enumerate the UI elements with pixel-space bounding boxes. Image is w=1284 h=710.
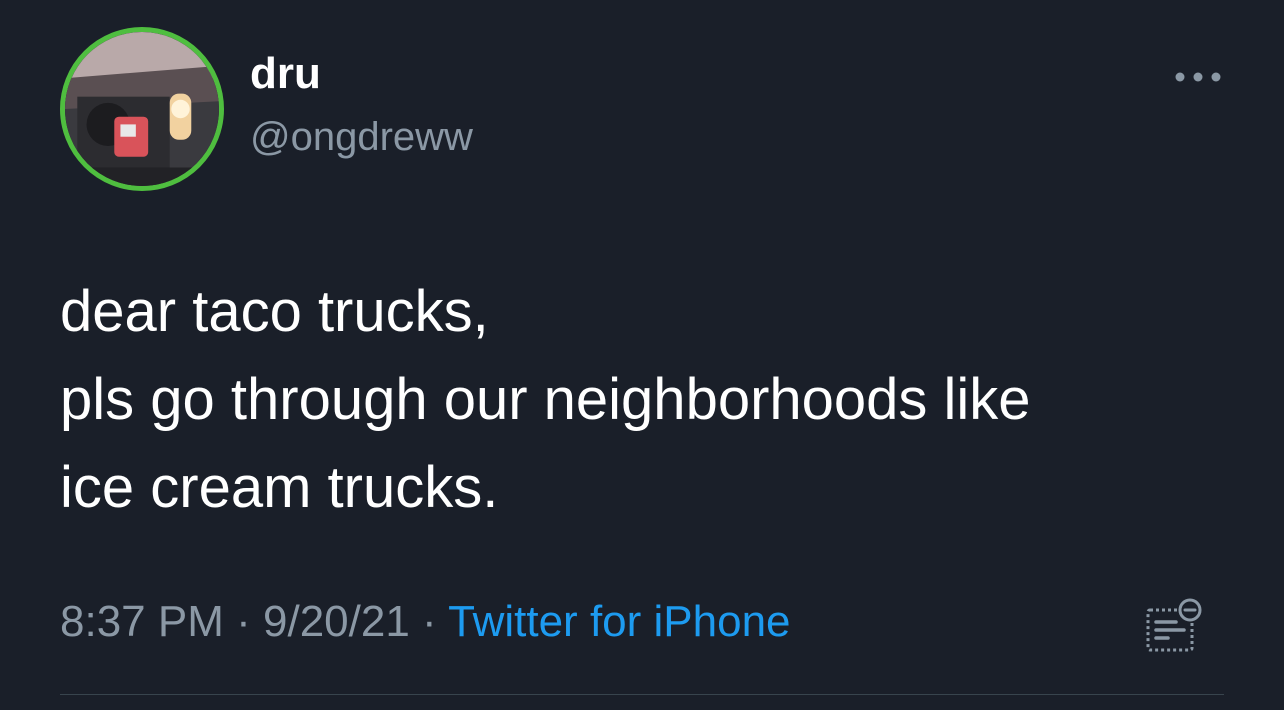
tweet-text: dear taco trucks, pls go through our nei… (60, 268, 1240, 532)
separator-dot: · (236, 597, 251, 646)
tweet-time[interactable]: 8:37 PM (60, 597, 224, 646)
tweet-text-line: ice cream trucks. (60, 455, 499, 520)
divider (60, 694, 1224, 695)
tweet-text-line: pls go through our neighborhoods like (60, 367, 1031, 432)
separator-dot: · (422, 597, 437, 646)
avatar[interactable] (60, 27, 224, 191)
more-horizontal-icon[interactable] (1170, 62, 1226, 92)
tweet-date[interactable]: 9/20/21 (263, 597, 410, 646)
tweet-card: dru @ongdreww dear taco trucks, pls go t… (0, 0, 1284, 710)
tweet-text-line: dear taco trucks, (60, 279, 489, 344)
user-handle[interactable]: @ongdreww (250, 117, 473, 157)
tweet-analytics-icon[interactable] (1140, 596, 1204, 658)
display-name[interactable]: dru (250, 52, 321, 96)
tweet-source-link[interactable]: Twitter for iPhone (448, 597, 790, 646)
avatar-photo (65, 32, 219, 186)
tweet-metadata: 8:37 PM · 9/20/21 · Twitter for iPhone (60, 600, 791, 644)
